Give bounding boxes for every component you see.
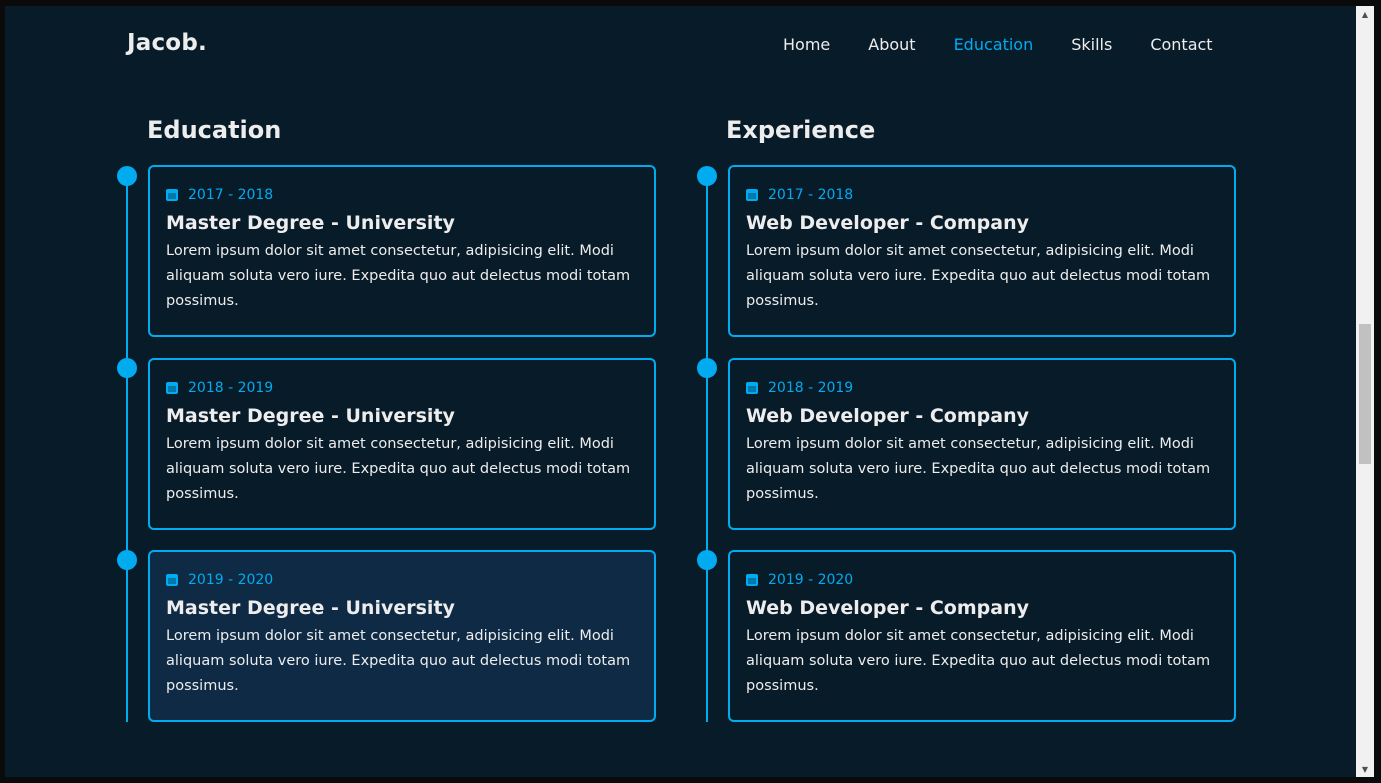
card-year: 2018 - 2019 <box>746 378 1218 398</box>
experience-card[interactable]: 2017 - 2018 Web Developer - Company Lore… <box>728 165 1236 337</box>
calendar-icon <box>166 189 178 201</box>
education-heading: Education <box>147 116 282 144</box>
card-year: 2019 - 2020 <box>746 570 1218 590</box>
scrollbar-thumb[interactable] <box>1359 324 1371 464</box>
logo[interactable]: Jacob. <box>127 30 207 56</box>
card-description: Lorem ipsum dolor sit amet consectetur, … <box>746 243 1211 309</box>
calendar-icon <box>746 189 758 201</box>
card-title: Web Developer - Company <box>746 212 1029 234</box>
education-timeline <box>126 176 128 722</box>
calendar-icon <box>166 574 178 586</box>
card-year-text: 2017 - 2018 <box>188 187 274 203</box>
education-card[interactable]: 2018 - 2019 Master Degree - University L… <box>148 358 656 530</box>
experience-card[interactable]: 2018 - 2019 Web Developer - Company Lore… <box>728 358 1236 530</box>
card-description: Lorem ipsum dolor sit amet consectetur, … <box>166 628 631 694</box>
nav-education[interactable]: Education <box>954 35 1034 54</box>
calendar-icon <box>746 382 758 394</box>
card-year: 2018 - 2019 <box>166 378 638 398</box>
calendar-icon <box>166 382 178 394</box>
timeline-dot <box>697 550 717 570</box>
calendar-icon <box>746 574 758 586</box>
card-title: Web Developer - Company <box>746 597 1029 619</box>
timeline-dot <box>117 358 137 378</box>
nav-contact[interactable]: Contact <box>1150 35 1212 54</box>
card-description: Lorem ipsum dolor sit amet consectetur, … <box>166 436 631 502</box>
card-year-text: 2019 - 2020 <box>768 572 854 588</box>
card-year-text: 2019 - 2020 <box>188 572 274 588</box>
vertical-scrollbar[interactable]: ▲ ▼ <box>1356 6 1374 777</box>
card-year-text: 2017 - 2018 <box>768 187 854 203</box>
scroll-up-arrow-icon[interactable]: ▲ <box>1356 6 1374 22</box>
nav-skills[interactable]: Skills <box>1071 35 1112 54</box>
card-year-text: 2018 - 2019 <box>188 380 274 396</box>
card-description: Lorem ipsum dolor sit amet consectetur, … <box>746 436 1211 502</box>
education-card[interactable]: 2017 - 2018 Master Degree - University L… <box>148 165 656 337</box>
card-year: 2017 - 2018 <box>166 185 638 205</box>
experience-timeline <box>706 176 708 722</box>
main-nav: Home About Education Skills Contact <box>783 35 1213 54</box>
timeline-dot <box>697 166 717 186</box>
timeline-dot <box>117 550 137 570</box>
education-card[interactable]: 2019 - 2020 Master Degree - University L… <box>148 550 656 722</box>
card-title: Master Degree - University <box>166 212 455 234</box>
card-year-text: 2018 - 2019 <box>768 380 854 396</box>
scroll-down-arrow-icon[interactable]: ▼ <box>1356 761 1374 777</box>
page-viewport: Jacob. Home About Education Skills Conta… <box>5 6 1356 777</box>
timeline-dot <box>117 166 137 186</box>
card-title: Master Degree - University <box>166 597 455 619</box>
timeline-dot <box>697 358 717 378</box>
card-year: 2017 - 2018 <box>746 185 1218 205</box>
card-year: 2019 - 2020 <box>166 570 638 590</box>
card-title: Web Developer - Company <box>746 405 1029 427</box>
card-description: Lorem ipsum dolor sit amet consectetur, … <box>166 243 631 309</box>
nav-home[interactable]: Home <box>783 35 830 54</box>
nav-about[interactable]: About <box>868 35 915 54</box>
experience-card[interactable]: 2019 - 2020 Web Developer - Company Lore… <box>728 550 1236 722</box>
card-description: Lorem ipsum dolor sit amet consectetur, … <box>746 628 1211 694</box>
experience-heading: Experience <box>726 116 876 144</box>
card-title: Master Degree - University <box>166 405 455 427</box>
